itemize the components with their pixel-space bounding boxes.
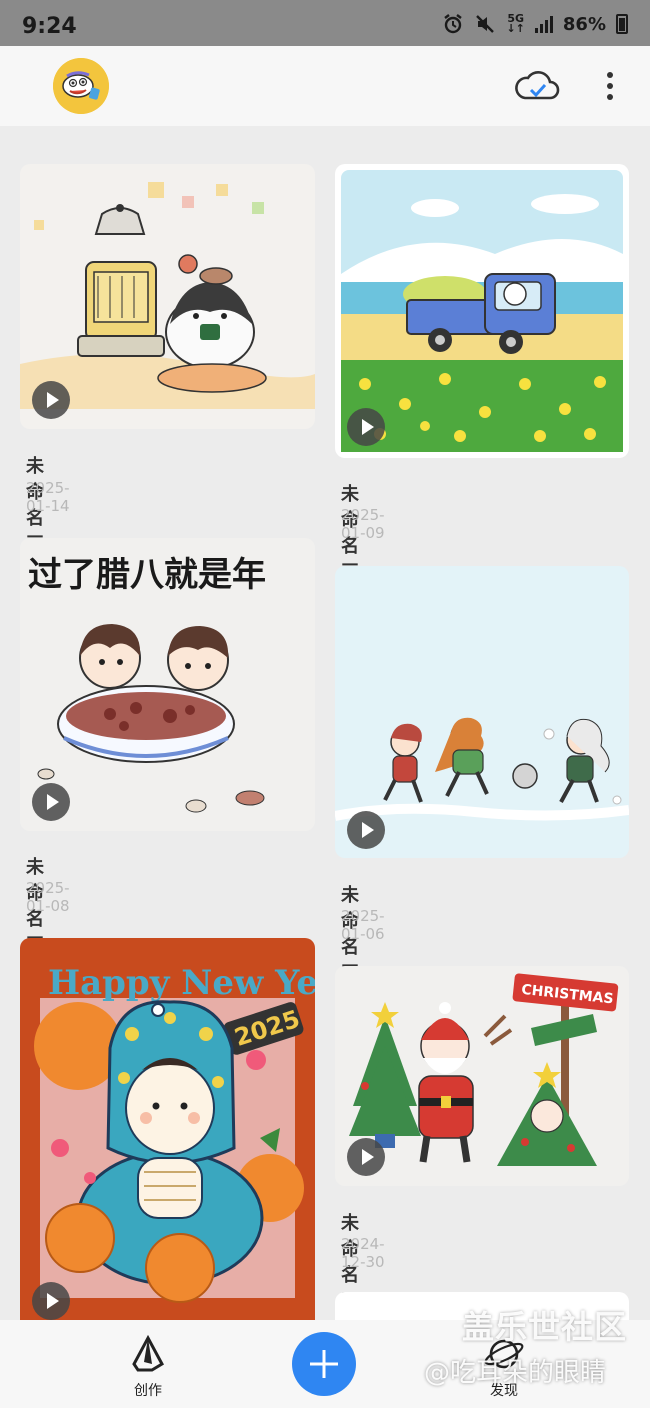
- play-icon[interactable]: [347, 1138, 385, 1176]
- play-icon[interactable]: [32, 381, 70, 419]
- watermark-author: @吃耳朵的眼睛: [424, 1358, 607, 1388]
- battery-percent: 86%: [562, 13, 606, 35]
- mute-icon: [476, 15, 495, 33]
- canvas-date: 2025-01-08: [26, 879, 70, 915]
- kids-running-snow-artwork: [335, 717, 629, 821]
- signal-icon: [534, 15, 553, 33]
- watermark-community: 盖乐世社区: [462, 1308, 628, 1346]
- canvas-thumbnail[interactable]: [20, 164, 315, 429]
- more-vertical-icon: [607, 72, 613, 78]
- alarm-icon: [444, 14, 463, 34]
- status-time: 9:24: [22, 14, 77, 39]
- add-canvas-button[interactable]: [292, 1332, 356, 1396]
- battery-icon: [616, 14, 628, 34]
- canvas-thumbnail[interactable]: 过了腊八就是年: [20, 538, 315, 831]
- nav-create-tab[interactable]: 创作: [118, 1334, 178, 1404]
- nav-create-label: 创作: [134, 1383, 162, 1399]
- play-icon[interactable]: [347, 811, 385, 849]
- play-icon[interactable]: [32, 783, 70, 821]
- play-icon[interactable]: [32, 1282, 70, 1320]
- status-icons: 5G ↓↑ 86%: [442, 13, 628, 35]
- happy-new-year-snake-artwork: Happy New Year 2025: [34, 963, 315, 1303]
- network-indicator: 5G ↓↑: [506, 13, 525, 35]
- canvas-thumbnail[interactable]: CHRISTMAS: [335, 966, 629, 1186]
- data-arrows-icon: ↓↑: [506, 22, 525, 35]
- user-avatar[interactable]: [53, 58, 109, 114]
- avatar-icon: [53, 58, 109, 114]
- laba-congee-bowl-artwork: 过了腊八就是年: [28, 555, 266, 813]
- app-header: [0, 46, 650, 126]
- artwork-laba-text: 过了腊八就是年: [28, 555, 266, 595]
- artwork-happy-new-year-text: Happy New Year: [48, 963, 315, 1003]
- canvas-thumbnail[interactable]: [335, 566, 629, 858]
- canvas-thumbnail[interactable]: Happy New Year 2025: [20, 938, 315, 1320]
- canvas-thumbnail[interactable]: [335, 164, 629, 458]
- more-options-button[interactable]: [596, 68, 624, 104]
- status-bar: 9:24 5G ↓↑ 86%: [0, 0, 650, 46]
- cloud-sync-check-icon[interactable]: [514, 68, 560, 104]
- play-icon[interactable]: [347, 408, 385, 446]
- canvas-date: 2025-01-14: [26, 479, 70, 515]
- canvas-date: 2025-01-06: [341, 907, 385, 943]
- canvas-date: 2025-01-09: [341, 506, 385, 542]
- pen-nib-icon: [132, 1334, 164, 1372]
- canvas-date: 2024-12-30: [341, 1235, 385, 1271]
